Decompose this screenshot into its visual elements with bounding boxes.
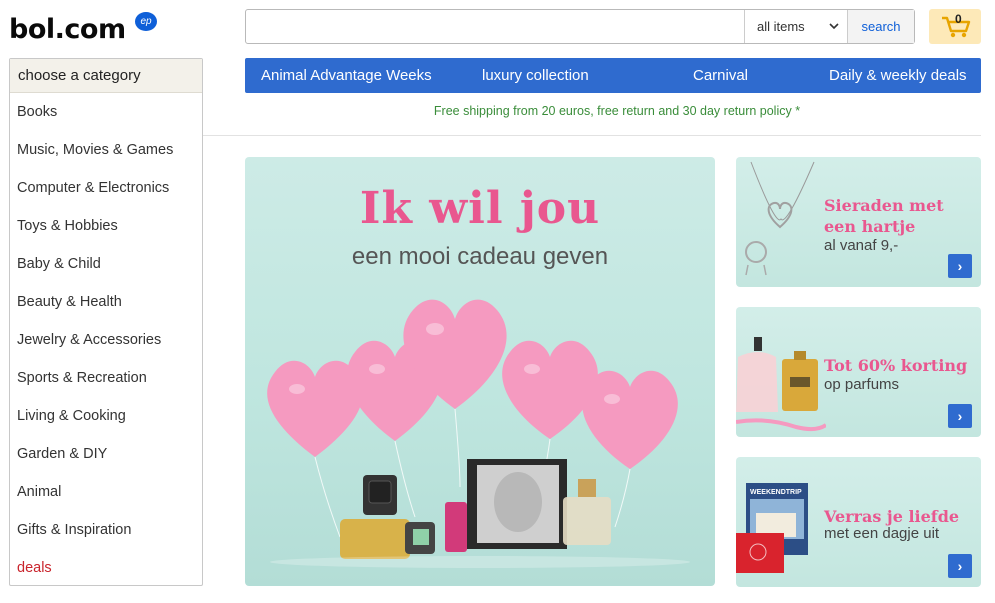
promo-perfume-title: Tot 60% korting — [824, 356, 968, 375]
perfume-image — [736, 337, 826, 432]
chevron-right-icon[interactable]: › — [948, 404, 972, 428]
category-select-value: all items — [757, 19, 805, 34]
search-button[interactable]: search — [847, 10, 914, 43]
logo-text: bol.com — [9, 14, 126, 45]
category-item-animal[interactable]: Animal — [10, 473, 202, 511]
hero-banner[interactable]: Ik wil jou een mooi cadeau geven — [245, 157, 715, 586]
search-bar: all items search — [245, 9, 915, 44]
promo-jewelry-title-2: een hartje — [824, 217, 916, 236]
logo-badge: ep — [135, 12, 157, 31]
shipping-notice[interactable]: Free shipping from 20 euros, free return… — [245, 104, 989, 118]
promo-perfume-subtitle: op parfums — [824, 376, 900, 393]
category-item-toys-hobbies[interactable]: Toys & Hobbies — [10, 207, 202, 245]
top-nav-bar: Animal Advantage Weeks luxury collection… — [245, 58, 981, 93]
category-item-music-movies-games[interactable]: Music, Movies & Games — [10, 131, 202, 169]
nav-item-animal-advantage-weeks[interactable]: Animal Advantage Weeks — [261, 67, 432, 84]
gift-box-image: WEEKENDTRIP — [736, 483, 808, 573]
cart-count: 0 — [955, 12, 962, 26]
nav-item-luxury-collection[interactable]: luxury collection — [482, 67, 589, 84]
hero-subtitle: een mooi cadeau geven — [351, 243, 609, 270]
chevron-right-icon[interactable]: › — [948, 554, 972, 578]
category-list: Books Music, Movies & Games Computer & E… — [10, 93, 202, 587]
promo-jewelry[interactable]: Sieraden met een hartje al vanaf 9,- › — [736, 157, 981, 287]
chevron-down-icon — [829, 21, 839, 33]
promo-perfume[interactable]: Tot 60% korting op parfums › — [736, 307, 981, 437]
promo-jewelry-title-1: Sieraden met — [824, 196, 944, 215]
divider — [203, 135, 981, 136]
promo-jewelry-subtitle: al vanaf 9,- — [824, 237, 899, 254]
shopping-cart-button[interactable]: 0 — [929, 9, 981, 44]
category-item-baby-child[interactable]: Baby & Child — [10, 245, 202, 283]
necklace-image — [745, 161, 815, 276]
category-item-deals[interactable]: deals — [10, 549, 202, 587]
promo-daytrip-title: Verras je liefde — [824, 507, 960, 526]
nav-item-daily-weekly-deals[interactable]: Daily & weekly deals — [829, 67, 967, 84]
promo-daytrip[interactable]: WEEKENDTRIP Verras je liefde met een dag… — [736, 457, 981, 587]
bol-logo[interactable]: bol.com ep — [9, 12, 157, 48]
category-item-gifts-inspiration[interactable]: Gifts & Inspiration — [10, 511, 202, 549]
nav-item-carnival[interactable]: Carnival — [693, 67, 748, 84]
hero-title: Ik wil jou — [359, 183, 601, 234]
gift-box-tag: WEEKENDTRIP — [750, 489, 802, 496]
category-item-jewelry-accessories[interactable]: Jewelry & Accessories — [10, 321, 202, 359]
category-sidebar-title[interactable]: choose a category — [10, 59, 202, 93]
category-item-garden-diy[interactable]: Garden & DIY — [10, 435, 202, 473]
promo-daytrip-subtitle: met een dagje uit — [824, 525, 940, 542]
category-sidebar: choose a category Books Music, Movies & … — [9, 58, 203, 586]
category-item-computer-electronics[interactable]: Computer & Electronics — [10, 169, 202, 207]
category-item-beauty-health[interactable]: Beauty & Health — [10, 283, 202, 321]
search-input[interactable] — [246, 10, 744, 43]
category-item-books[interactable]: Books — [10, 93, 202, 131]
category-item-sports-recreation[interactable]: Sports & Recreation — [10, 359, 202, 397]
category-item-living-cooking[interactable]: Living & Cooking — [10, 397, 202, 435]
chevron-right-icon[interactable]: › — [948, 254, 972, 278]
category-select[interactable]: all items — [744, 10, 847, 43]
